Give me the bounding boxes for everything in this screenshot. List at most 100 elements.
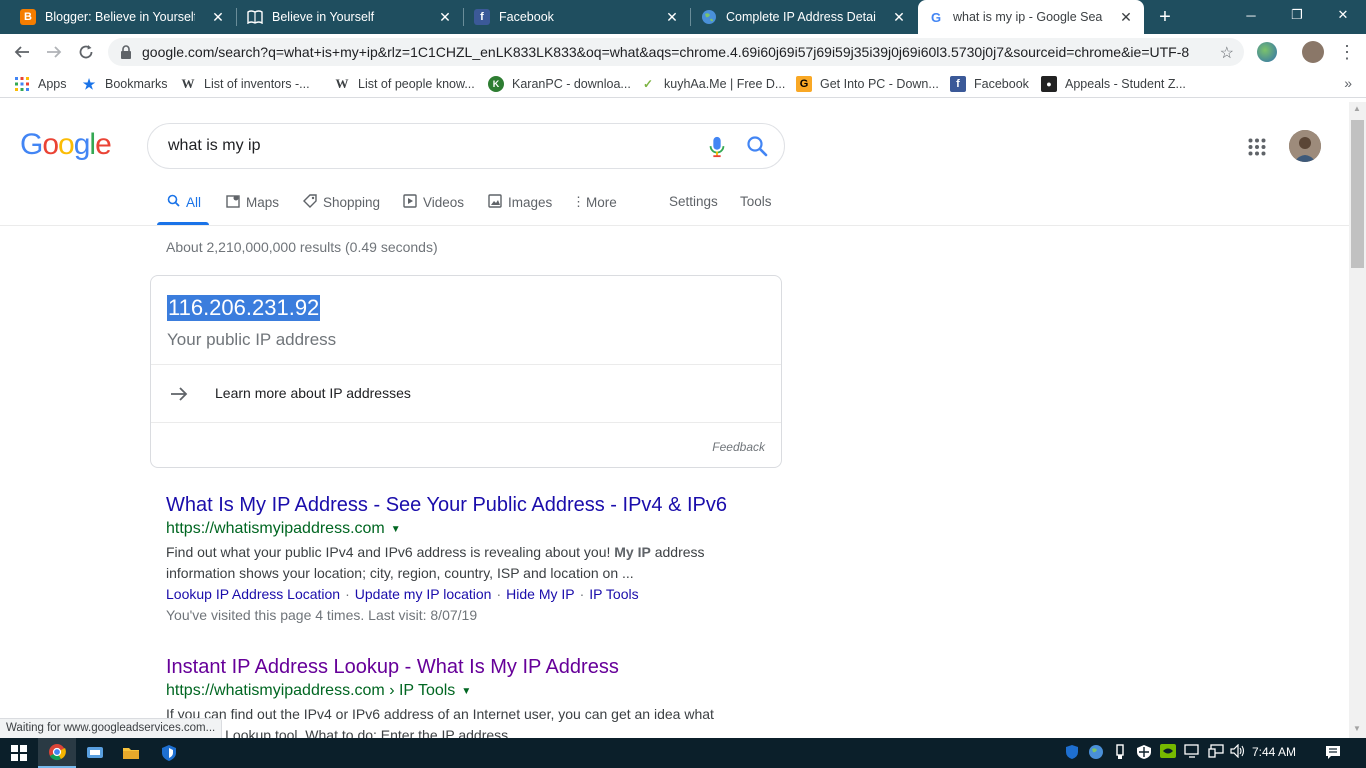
windows-taskbar: 7:44 AM — [0, 738, 1366, 768]
feedback-hub-icon — [87, 747, 103, 758]
account-avatar[interactable] — [1289, 130, 1321, 162]
divider — [151, 422, 781, 423]
search-input[interactable]: what is my ip — [168, 137, 260, 155]
close-icon[interactable]: ✕ — [210, 9, 226, 25]
bookmark-karanpc[interactable]: K KaranPC - downloa... — [488, 75, 631, 93]
bookmark-inventors[interactable]: W List of inventors -... — [180, 75, 310, 93]
start-button[interactable] — [0, 738, 38, 768]
tab-facebook[interactable]: f Facebook ✕ — [464, 0, 690, 34]
google-apps-icon[interactable] — [1248, 138, 1266, 156]
arrow-right-icon[interactable] — [169, 384, 189, 404]
tray-nvidia-icon[interactable] — [1160, 744, 1176, 760]
tray-globe-icon[interactable] — [1088, 744, 1104, 760]
address-bar[interactable]: google.com/search?q=what+is+my+ip&rlz=1C… — [108, 38, 1244, 66]
tray-network-icon[interactable] — [1208, 744, 1224, 760]
more-vertical-icon: ⋮ — [572, 194, 585, 209]
sitelink[interactable]: IP Tools — [589, 586, 638, 602]
result-title-link[interactable]: Instant IP Address Lookup - What Is My I… — [166, 656, 766, 679]
tab-ip-details[interactable]: Complete IP Address Details fo ✕ — [691, 0, 917, 34]
tray-display-icon[interactable] — [1184, 744, 1200, 760]
scrollbar-thumb[interactable] — [1351, 120, 1364, 268]
taskbar-clock[interactable]: 7:44 AM — [1252, 745, 1296, 759]
search-icon — [166, 194, 180, 210]
action-center-icon[interactable] — [1325, 744, 1341, 760]
bookmarks-bar: Apps ★ Bookmarks W List of inventors -..… — [0, 70, 1366, 98]
result-stats: About 2,210,000,000 results (0.49 second… — [166, 239, 438, 255]
ip-label: Your public IP address — [167, 330, 337, 349]
tab-all[interactable]: All — [166, 194, 201, 210]
blogger-icon: B — [20, 9, 36, 25]
window-close-button[interactable]: ✕ — [1320, 0, 1366, 30]
bookmark-kuyhaa[interactable]: ✓ kuyhAa.Me | Free D... — [640, 75, 785, 93]
tab-believe[interactable]: Believe in Yourself ✕ — [237, 0, 463, 34]
forward-button[interactable] — [42, 40, 66, 64]
minimize-button[interactable]: ─ — [1228, 0, 1274, 30]
bookmark-people[interactable]: W List of people know... — [334, 75, 475, 93]
close-icon[interactable]: ✕ — [437, 9, 453, 25]
bookmark-getintopc[interactable]: G Get Into PC - Down... — [796, 75, 939, 93]
close-icon[interactable]: ✕ — [664, 9, 680, 25]
search-icon[interactable] — [746, 135, 768, 157]
scroll-down-icon[interactable]: ▼ — [1352, 724, 1362, 734]
learn-more-link[interactable]: Learn more about IP addresses — [215, 385, 411, 401]
new-tab-button[interactable]: + — [1154, 6, 1176, 28]
tag-icon — [303, 194, 317, 211]
sitelink[interactable]: Hide My IP — [506, 586, 574, 602]
search-box[interactable]: what is my ip — [147, 123, 785, 169]
tab-strip: B Blogger: Believe in Yourself - A ✕ Bel… — [0, 0, 1366, 34]
reload-button[interactable] — [74, 40, 98, 64]
close-icon[interactable]: ✕ — [1118, 9, 1134, 25]
tools-link[interactable]: Tools — [740, 194, 772, 209]
search-result: What Is My IP Address - See Your Public … — [166, 494, 766, 626]
tray-volume-icon[interactable] — [1230, 743, 1246, 760]
karanpc-icon: K — [488, 76, 504, 92]
taskbar-chrome[interactable] — [38, 738, 76, 768]
feedback-link[interactable]: Feedback — [712, 440, 765, 454]
taskbar-defender[interactable] — [150, 738, 188, 768]
restore-button[interactable]: ❐ — [1274, 0, 1320, 30]
tab-maps[interactable]: Maps — [226, 194, 279, 211]
caret-down-icon[interactable]: ▼ — [391, 524, 401, 535]
tray-security-icon[interactable] — [1136, 744, 1152, 760]
google-icon: G — [930, 9, 942, 25]
browser-menu-icon[interactable]: ⋮ — [1338, 40, 1356, 64]
image-icon — [488, 194, 502, 211]
extension-globe-icon[interactable] — [1257, 42, 1277, 62]
bookmarks-overflow-icon[interactable]: » — [1344, 75, 1352, 91]
search-result: Instant IP Address Lookup - What Is My I… — [166, 656, 766, 746]
bookmark-apps[interactable]: Apps — [14, 75, 67, 93]
tab-google-search[interactable]: G what is my ip - Google Search ✕ — [918, 0, 1144, 34]
sitelink[interactable]: Update my IP location — [355, 586, 492, 602]
microphone-icon[interactable] — [708, 136, 726, 158]
tab-blogger[interactable]: B Blogger: Believe in Yourself - A ✕ — [10, 0, 236, 34]
result-title-link[interactable]: What Is My IP Address - See Your Public … — [166, 494, 766, 517]
tab-images[interactable]: Images — [488, 194, 552, 211]
toolbar: google.com/search?q=what+is+my+ip&rlz=1C… — [0, 34, 1366, 70]
bookmark-facebook[interactable]: f Facebook — [950, 75, 1029, 93]
taskbar-file-explorer[interactable] — [112, 738, 150, 768]
tray-shield-icon[interactable] — [1064, 744, 1080, 760]
public-ip-value[interactable]: 116.206.231.92 — [167, 295, 321, 321]
tab-more[interactable]: ⋮ More — [572, 194, 617, 210]
close-icon[interactable]: ✕ — [891, 9, 907, 25]
tab-videos[interactable]: Videos — [403, 194, 464, 211]
scroll-up-icon[interactable]: ▲ — [1352, 104, 1362, 114]
profile-avatar[interactable] — [1302, 41, 1324, 63]
tray-usb-icon[interactable] — [1112, 744, 1128, 760]
bookmark-appeals[interactable]: ● Appeals - Student Z... — [1041, 75, 1186, 93]
bookmark-star-icon[interactable]: ☆ — [1220, 43, 1234, 63]
sitelink[interactable]: Lookup IP Address Location — [166, 586, 340, 602]
star-icon: ★ — [82, 75, 96, 92]
play-icon — [403, 194, 417, 211]
settings-link[interactable]: Settings — [669, 194, 718, 209]
status-bubble: Waiting for www.googleadservices.com... — [0, 718, 223, 738]
tab-shopping[interactable]: Shopping — [303, 194, 380, 211]
google-logo[interactable]: Google — [20, 128, 112, 162]
globe-icon — [701, 9, 717, 25]
bookmark-bookmarks[interactable]: ★ Bookmarks — [81, 75, 168, 93]
taskbar-app[interactable] — [76, 738, 114, 768]
caret-down-icon[interactable]: ▼ — [461, 686, 471, 697]
result-url: https://whatismyipaddress.com › IP Tools… — [166, 682, 472, 699]
back-arrow-icon — [14, 46, 29, 58]
back-button[interactable] — [10, 40, 34, 64]
